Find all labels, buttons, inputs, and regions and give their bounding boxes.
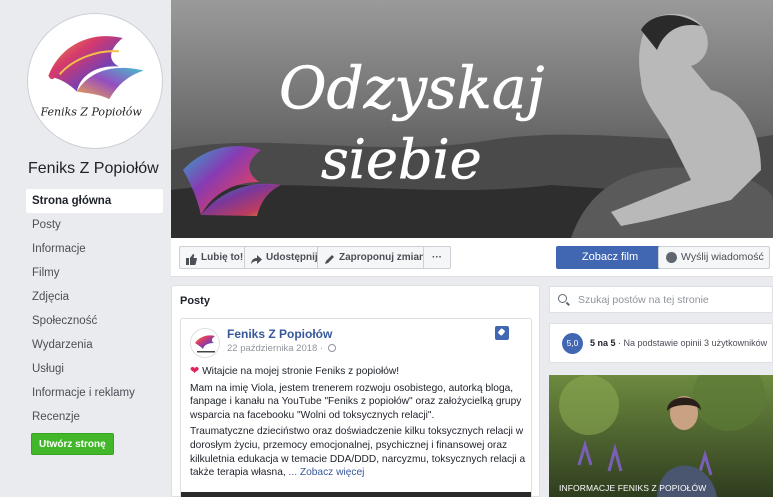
share-arrow-icon <box>251 252 262 264</box>
sidebar: Feniks Z Popiołów Feniks Z Popiołów Stro… <box>0 0 170 497</box>
nav-item-reviews[interactable]: Recenzje <box>26 405 163 429</box>
create-page-button[interactable]: Utwórz stronę <box>31 433 114 455</box>
page-nav: Strona główna Posty Informacje Filmy Zdj… <box>26 189 163 429</box>
page-title: Feniks Z Popiołów <box>28 160 159 177</box>
post-author-name[interactable]: Feniks Z Popiołów <box>227 327 332 341</box>
watch-video-button[interactable]: Zobacz film <box>556 246 664 269</box>
about-video-card[interactable]: INFORMACJE FENIKS Z POPIOŁÓW <box>549 375 773 497</box>
cover-photo[interactable]: Odzyskaj siebie <box>171 0 773 238</box>
svg-text:Feniks Z Popiołów: Feniks Z Popiołów <box>40 105 143 118</box>
post-timestamp[interactable]: 22 października 2018 · <box>227 343 336 354</box>
thumbs-up-icon <box>186 252 197 265</box>
nav-item-home[interactable]: Strona główna <box>26 189 163 213</box>
nav-item-photos[interactable]: Zdjęcia <box>26 285 163 309</box>
rating-text: 5 na 5 · Na podstawie opinii 3 użytkowni… <box>590 338 767 348</box>
post-author-avatar[interactable] <box>190 328 220 358</box>
cover-title-line1: Odzyskaj <box>279 54 544 122</box>
posts-section: Posty Feniks Z Popiołów 22 października … <box>171 285 540 497</box>
rating-value: 5 na 5 <box>590 338 616 348</box>
suggest-edits-button[interactable]: Zaproponuj zmiany <box>317 246 438 269</box>
post-paragraph-text: Witajcie na mojej stronie Feniks z popio… <box>202 366 400 377</box>
messenger-icon <box>666 252 677 263</box>
see-more-link[interactable]: ... Zobacz więcej <box>289 467 365 478</box>
post-paragraph: ❤ Witajcie na mojej stronie Feniks z pop… <box>190 365 526 379</box>
send-message-button[interactable]: Wyślij wiadomość <box>658 246 770 269</box>
post-paragraph: Mam na imię Viola, jestem trenerem rozwo… <box>190 382 522 421</box>
search-icon <box>558 294 567 303</box>
send-message-label: Wyślij wiadomość <box>681 251 764 263</box>
about-video-thumbnail <box>549 375 773 497</box>
more-options-button[interactable]: ··· <box>423 246 451 269</box>
nav-item-info-ads[interactable]: Informacje i reklamy <box>26 381 163 405</box>
like-label: Lubię to! <box>201 252 244 263</box>
nav-item-videos[interactable]: Filmy <box>26 261 163 285</box>
post-text: ❤ Witajcie na mojej stronie Feniks z pop… <box>190 365 526 483</box>
cover-image: Odzyskaj siebie <box>171 0 773 238</box>
posts-heading: Posty <box>180 295 210 307</box>
post-paragraph: Traumatyczne dzieciństwo oraz doświadcze… <box>190 425 526 479</box>
post-search <box>549 286 773 313</box>
heart-icon: ❤ <box>190 365 200 377</box>
nav-item-services[interactable]: Usługi <box>26 357 163 381</box>
globe-icon <box>327 344 336 352</box>
about-video-title: INFORMACJE FENIKS Z POPIOŁÓW <box>559 483 707 493</box>
rating-summary[interactable]: 5,0 5 na 5 · Na podstawie opinii 3 użytk… <box>549 323 773 363</box>
rating-score-badge: 5,0 <box>562 333 583 354</box>
share-button[interactable]: Udostępnij <box>244 246 325 269</box>
suggest-edits-label: Zaproponuj zmiany <box>339 252 431 263</box>
page-action-bar: Lubię to! Udostępnij Zaproponuj zmiany ·… <box>171 238 773 277</box>
nav-item-community[interactable]: Społeczność <box>26 309 163 333</box>
nav-item-posts[interactable]: Posty <box>26 213 163 237</box>
share-label: Udostępnij <box>266 252 318 263</box>
pin-icon[interactable] <box>495 326 509 340</box>
phoenix-logo-icon <box>191 329 219 357</box>
nav-item-about[interactable]: Informacje <box>26 237 163 261</box>
page-avatar[interactable]: Feniks Z Popiołów <box>28 14 162 148</box>
post-media[interactable] <box>181 492 531 497</box>
pencil-icon <box>324 252 335 264</box>
rating-basis: · Na podstawie opinii 3 użytkowników <box>615 338 768 348</box>
post-date-text: 22 października 2018 · <box>227 343 324 354</box>
phoenix-logo-icon: Feniks Z Popiołów <box>40 36 144 118</box>
more-options-icon: ··· <box>432 252 442 263</box>
pinned-post: Feniks Z Popiołów 22 października 2018 ·… <box>180 318 532 497</box>
cover-title-line2: siebie <box>321 128 482 191</box>
like-button[interactable]: Lubię to! <box>179 246 251 269</box>
nav-item-events[interactable]: Wydarzenia <box>26 333 163 357</box>
post-search-input[interactable] <box>578 291 768 309</box>
